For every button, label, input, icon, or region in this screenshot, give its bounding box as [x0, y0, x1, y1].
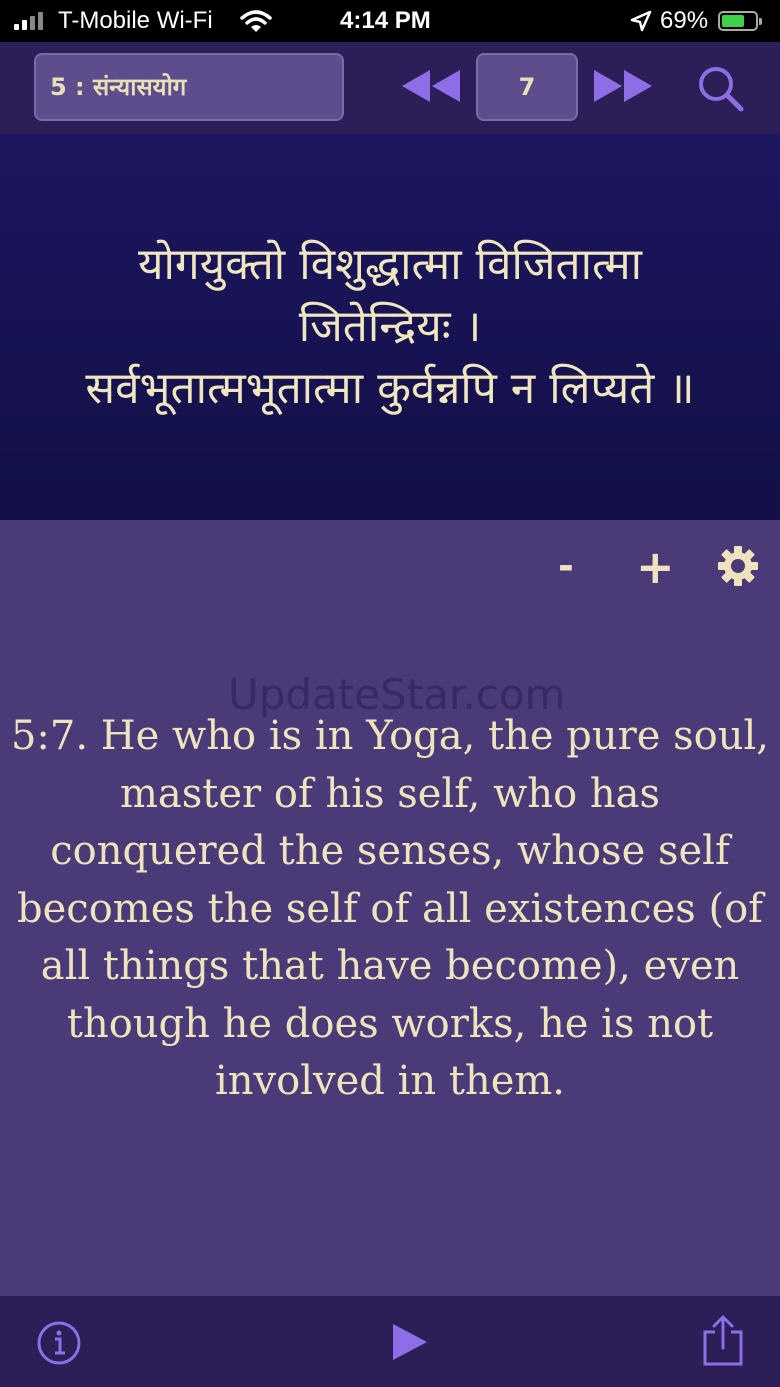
- location-arrow-icon: [630, 10, 652, 39]
- status-bar: T-Mobile Wi-Fi 4:14 PM 69%: [0, 0, 780, 42]
- battery-percent: 69%: [660, 7, 709, 34]
- increase-font-button[interactable]: +: [636, 540, 675, 594]
- share-icon[interactable]: [702, 1314, 744, 1370]
- decrease-font-button[interactable]: -: [558, 544, 574, 588]
- verse-translation: 5:7. He who is in Yoga, the pure soul, m…: [10, 713, 770, 1104]
- carrier-label: T-Mobile Wi-Fi: [58, 7, 213, 34]
- chapter-selector[interactable]: 5 : संन्यासयोग: [34, 53, 344, 121]
- rewind-icon[interactable]: [398, 66, 462, 110]
- clock: 4:14 PM: [340, 7, 431, 34]
- wifi-icon: [240, 9, 272, 40]
- play-icon[interactable]: [389, 1322, 429, 1366]
- toolbar: 5 : संन्यासयोग 7: [0, 42, 780, 134]
- gear-icon[interactable]: [716, 544, 760, 592]
- search-icon[interactable]: [696, 64, 746, 118]
- signal-icon: [14, 12, 43, 30]
- info-icon[interactable]: [36, 1320, 82, 1370]
- text-controls: - +: [0, 520, 780, 610]
- battery-charging-icon: [718, 11, 762, 31]
- bottom-bar: [0, 1296, 780, 1387]
- sanskrit-verse-panel: योगयुक्तो विशुद्धात्मा विजितात्मा जितेन्…: [0, 134, 780, 520]
- sanskrit-verse: योगयुक्तो विशुद्धात्मा विजितात्मा जितेन्…: [85, 239, 695, 414]
- fast-forward-icon[interactable]: [592, 66, 656, 110]
- verse-number-field[interactable]: 7: [476, 53, 578, 121]
